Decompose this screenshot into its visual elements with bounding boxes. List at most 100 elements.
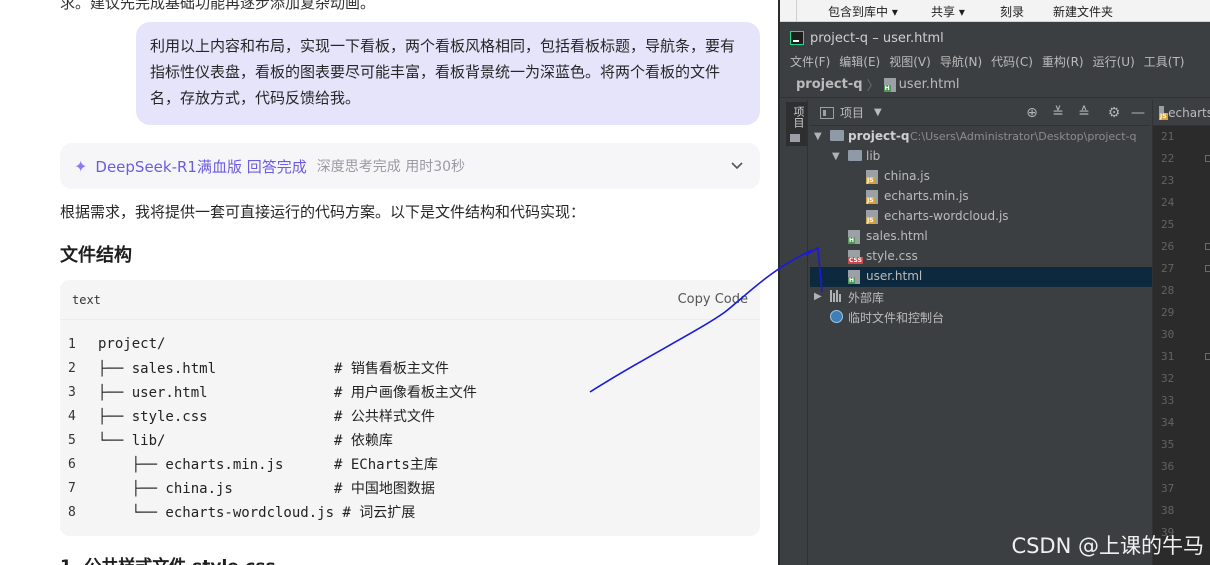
tree-file[interactable]: H sales.html xyxy=(810,227,1152,247)
tree-root-path: C:\Users\Administrator\Desktop\project-q xyxy=(910,130,1137,143)
tree-file-label: user.html xyxy=(866,269,923,283)
menu-edit[interactable]: 编辑(E) xyxy=(839,53,880,70)
tree-scratches-label: 临时文件和控制台 xyxy=(848,311,945,325)
next-section-heading: 1. 公共样式文件 style.css xyxy=(60,552,276,565)
gutter-line-number: 31 xyxy=(1153,346,1210,368)
share-button[interactable]: 共享 ▾ xyxy=(931,3,965,20)
fold-marker-icon[interactable] xyxy=(1205,265,1210,272)
chevron-down-icon[interactable]: ▼ xyxy=(832,150,842,164)
line-number: 3 xyxy=(68,384,76,400)
nav-project-crumb[interactable]: project-q xyxy=(796,77,863,92)
explorer-toolbar: 包含到库中 ▾ 共享 ▾ 刻录 新建文件夹 xyxy=(780,0,1210,22)
tree-scratches[interactable]: 临时文件和控制台 xyxy=(810,307,1152,327)
menu-view[interactable]: 视图(V) xyxy=(889,53,931,70)
tree-folder-lib[interactable]: ▼ lib xyxy=(810,147,1152,167)
project-tool-tab[interactable]: 项目 xyxy=(786,102,807,146)
line-number: 1 xyxy=(68,336,76,352)
copy-code-button[interactable]: Copy Code xyxy=(678,292,748,307)
new-folder-button[interactable]: 新建文件夹 xyxy=(1053,3,1113,20)
code-line: 1 project/ xyxy=(60,332,760,356)
code-line: 8 └── echarts-wordcloud.js # 词云扩展 xyxy=(60,500,760,524)
tree-file[interactable]: JS china.js xyxy=(810,167,1152,187)
csdn-watermark: CSDN @上课的牛马 xyxy=(1011,534,1204,558)
ide-window: 包含到库中 ▾ 共享 ▾ 刻录 新建文件夹 project-q – user.h… xyxy=(778,0,1210,565)
gutter-line-number: 34 xyxy=(1161,416,1175,429)
html-file-icon: H xyxy=(848,230,860,244)
folder-icon xyxy=(830,130,844,141)
code-line: 2 ├── sales.html # 销售看板主文件 xyxy=(60,356,760,380)
target-icon[interactable]: ⊕ xyxy=(1024,105,1040,121)
gutter-line-number: 26 xyxy=(1153,236,1210,258)
chevron-right-icon[interactable]: ▶ xyxy=(814,290,824,304)
code-text: └── lib/ # 依赖库 xyxy=(98,433,393,449)
tree-file[interactable]: JS echarts-wordcloud.js xyxy=(810,207,1152,227)
library-icon xyxy=(830,290,844,302)
code-text: └── echarts-wordcloud.js # 词云扩展 xyxy=(98,505,416,521)
menu-code[interactable]: 代码(C) xyxy=(991,53,1033,70)
editor-area[interactable]: JS echarts 21 22 23 24 25 26 27 28 29 30… xyxy=(1152,100,1210,565)
minimize-icon[interactable]: — xyxy=(1130,105,1146,121)
dropdown-caret-icon[interactable]: ▼ xyxy=(874,107,882,118)
expand-all-icon[interactable]: ≚ xyxy=(1050,105,1066,121)
line-number: 5 xyxy=(68,432,76,448)
chevron-down-icon[interactable] xyxy=(728,156,746,174)
collapse-all-icon[interactable]: ≙ xyxy=(1076,105,1092,121)
user-message-text: 利用以上内容和布局，实现一下看板，两个看板风格相同，包括看板标题，导航条，要有指… xyxy=(150,37,736,107)
burn-button[interactable]: 刻录 xyxy=(1000,3,1024,20)
menu-navigate[interactable]: 导航(N) xyxy=(940,53,982,70)
line-number: 2 xyxy=(68,360,76,376)
tree-file[interactable]: JS echarts.min.js xyxy=(810,187,1152,207)
project-tree: ▼ project-q C:\Users\Administrator\Deskt… xyxy=(810,127,1152,327)
tree-external-libraries[interactable]: ▶ 外部库 xyxy=(810,287,1152,307)
tree-file-label: echarts.min.js xyxy=(884,189,969,203)
menu-refactor[interactable]: 重构(R) xyxy=(1042,53,1084,70)
fold-marker-icon[interactable] xyxy=(1205,243,1210,250)
window-title: project-q – user.html xyxy=(810,30,944,46)
menu-run[interactable]: 运行(U) xyxy=(1093,53,1135,70)
project-panel-header: 项目 ▼ ⊕ ≚ ≙ ⚙ — xyxy=(810,100,1150,126)
tree-root[interactable]: ▼ project-q C:\Users\Administrator\Deskt… xyxy=(810,127,1152,147)
previous-message-tail: 求。建议先完成基础功能再逐步添加复杂动画。 xyxy=(60,0,376,12)
tool-window-stripe: 项目 xyxy=(786,100,808,565)
editor-tab[interactable]: JS echarts xyxy=(1153,100,1210,126)
code-text: ├── china.js # 中国地图数据 xyxy=(98,481,435,497)
tree-external-label: 外部库 xyxy=(848,291,885,305)
folder-icon xyxy=(848,150,862,161)
tree-file-label: echarts-wordcloud.js xyxy=(884,209,1009,223)
gutter-line-number: 24 xyxy=(1161,196,1175,209)
chevron-down-icon[interactable]: ▼ xyxy=(814,130,824,144)
chat-pane: 求。建议先完成基础功能再逐步添加复杂动画。 利用以上内容和布局，实现一下看板，两… xyxy=(0,0,776,565)
menu-file[interactable]: 文件(F) xyxy=(790,53,830,70)
fold-marker-icon[interactable] xyxy=(1205,353,1210,360)
project-view-label[interactable]: 项目 xyxy=(840,104,864,121)
code-line: 4 ├── style.css # 公共样式文件 xyxy=(60,404,760,428)
menu-tools[interactable]: 工具(T) xyxy=(1144,53,1185,70)
code-line: 7 ├── china.js # 中国地图数据 xyxy=(60,476,760,500)
include-in-library-button[interactable]: 包含到库中 ▾ xyxy=(828,3,898,20)
code-line: 5 └── lib/ # 依赖库 xyxy=(60,428,760,452)
html-file-icon: H xyxy=(883,77,896,92)
tree-root-label: project-q xyxy=(848,129,910,143)
tree-file-selected[interactable]: H user.html xyxy=(810,267,1152,287)
js-file-icon: JS xyxy=(866,170,878,184)
gutter-line-number: 38 xyxy=(1161,504,1175,517)
status-model-label: DeepSeek-R1满血版 回答完成 xyxy=(95,157,307,176)
gutter-line-number: 25 xyxy=(1161,218,1175,231)
tree-file-label: china.js xyxy=(884,169,930,183)
nav-file-crumb[interactable]: user.html xyxy=(899,77,960,92)
line-number: 7 xyxy=(68,480,76,496)
code-text: ├── sales.html # 销售看板主文件 xyxy=(98,361,449,377)
fold-marker-icon[interactable] xyxy=(1205,155,1210,162)
gutter-line-number: 27 xyxy=(1153,258,1210,280)
menu-bar: 文件(F) 编辑(E) 视图(V) 导航(N) 代码(C) 重构(R) 运行(U… xyxy=(780,50,1210,72)
tree-file[interactable]: CSS style.css xyxy=(810,247,1152,267)
project-tool-tab-label: 项目 xyxy=(792,106,805,128)
gutter-line-number: 28 xyxy=(1161,284,1175,297)
toolbar-divider xyxy=(796,0,797,22)
code-lines: 1 project/ 2 ├── sales.html # 销售看板主文件 3 ├──… xyxy=(60,320,760,524)
gutter-line-number: 29 xyxy=(1161,306,1175,319)
reasoning-status-bar[interactable]: ✦ DeepSeek-R1满血版 回答完成 深度思考完成 用时30秒 xyxy=(60,143,760,189)
gutter-line-number: 32 xyxy=(1161,372,1175,385)
breadcrumb-separator: 〉 xyxy=(866,79,880,94)
gear-icon[interactable]: ⚙ xyxy=(1106,105,1122,121)
